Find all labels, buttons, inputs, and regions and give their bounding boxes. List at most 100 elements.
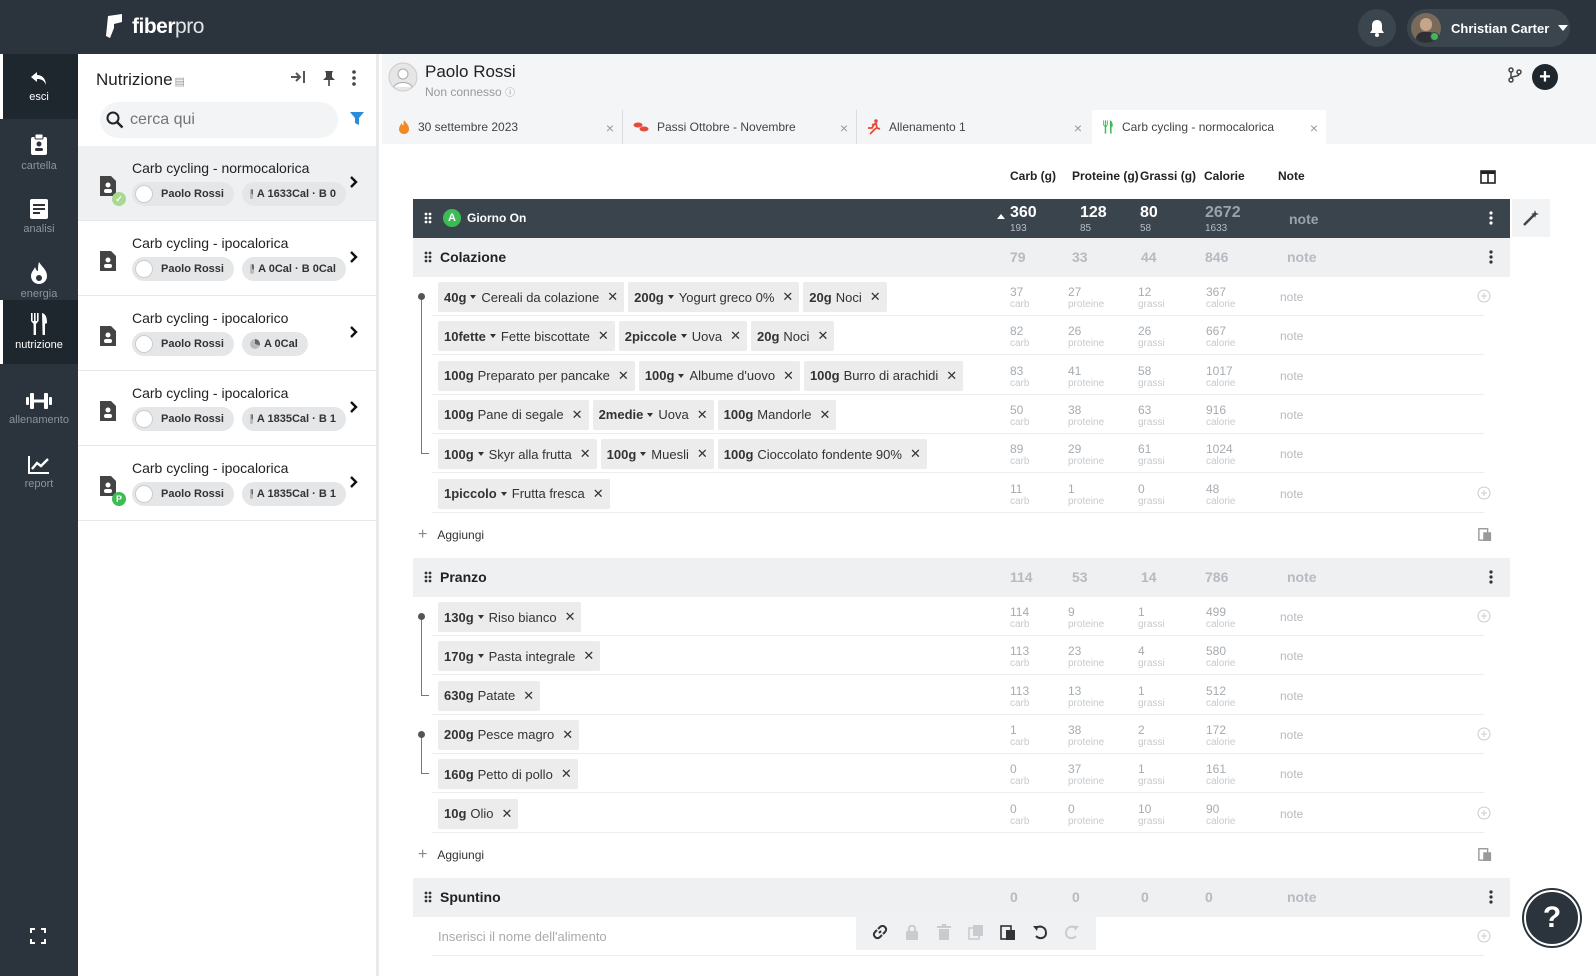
meal-header[interactable]: Spuntino 0 0 0 0 note — [413, 878, 1510, 917]
row-note[interactable]: note — [1280, 610, 1303, 624]
food-quantity[interactable]: 10fette — [444, 329, 486, 344]
food-quantity[interactable]: 200g — [634, 290, 664, 305]
list-item[interactable]: Carb cycling - ipocalorica Paolo Rossi A… — [78, 221, 376, 296]
food-quantity[interactable]: 630g — [444, 688, 474, 703]
food-chip[interactable]: 630g Patate ✕ — [438, 680, 541, 711]
food-quantity[interactable]: 100g — [645, 368, 675, 383]
food-chip[interactable]: 10g Olio ✕ — [438, 798, 519, 829]
food-quantity[interactable]: 20g — [757, 329, 779, 344]
remove-food-icon[interactable]: ✕ — [910, 446, 921, 462]
circle-plus-icon[interactable] — [1477, 806, 1491, 820]
undo-button[interactable] — [1030, 922, 1050, 942]
tab-steps[interactable]: Passi Ottobre - Novembre × — [622, 110, 856, 144]
row-note[interactable]: note — [1280, 807, 1303, 821]
remove-food-icon[interactable]: ✕ — [583, 648, 594, 664]
pin-icon[interactable] — [322, 70, 336, 86]
list-item[interactable]: P Carb cycling - ipocalorica Paolo Rossi… — [78, 446, 376, 521]
more-vertical-icon[interactable] — [1489, 211, 1493, 225]
row-note[interactable]: note — [1280, 290, 1303, 304]
chevron-down-icon[interactable] — [680, 334, 687, 339]
circle-plus-icon[interactable] — [1477, 929, 1491, 943]
remove-food-icon[interactable]: ✕ — [523, 688, 534, 704]
paste-button[interactable] — [998, 922, 1018, 942]
food-quantity[interactable]: 200g — [444, 727, 474, 742]
drag-handle-icon[interactable] — [424, 212, 432, 224]
close-icon[interactable]: × — [840, 120, 848, 136]
food-quantity[interactable]: 100g — [444, 447, 474, 462]
more-vertical-icon[interactable] — [1489, 570, 1493, 584]
food-chip[interactable]: 1piccolo Frutta fresca ✕ — [438, 478, 610, 509]
help-button[interactable]: ? — [1524, 890, 1580, 946]
remove-food-icon[interactable]: ✕ — [783, 368, 794, 384]
food-chip[interactable]: 100g Mandorle ✕ — [717, 399, 837, 430]
circle-plus-icon[interactable] — [1477, 486, 1491, 500]
remove-food-icon[interactable]: ✕ — [870, 289, 881, 305]
food-chip[interactable]: 160g Petto di pollo ✕ — [438, 759, 578, 790]
chevron-down-icon[interactable] — [477, 452, 484, 457]
meal-header[interactable]: Colazione 79 33 44 846 note — [413, 238, 1510, 277]
add-food-button[interactable]: + Aggiungi — [418, 525, 484, 545]
remove-food-icon[interactable]: ✕ — [946, 368, 957, 384]
drag-handle-icon[interactable] — [424, 891, 432, 903]
food-chip[interactable]: 100g Muesli ✕ — [600, 439, 714, 470]
user-menu[interactable]: Christian Carter — [1407, 9, 1570, 47]
row-note[interactable]: note — [1280, 649, 1303, 663]
food-quantity[interactable]: 100g — [444, 368, 474, 383]
remove-food-icon[interactable]: ✕ — [730, 328, 741, 344]
collapse-up-icon[interactable] — [997, 214, 1005, 219]
nav-esci[interactable]: esci — [0, 54, 78, 119]
close-icon[interactable]: × — [1074, 120, 1082, 136]
more-vertical-icon[interactable] — [1489, 890, 1493, 904]
food-quantity[interactable]: 100g — [444, 407, 474, 422]
list-item[interactable]: ✓ Carb cycling - normocalorica Paolo Ros… — [78, 146, 376, 221]
row-note[interactable]: note — [1280, 767, 1303, 781]
chevron-down-icon[interactable] — [489, 334, 496, 339]
nav-allenamento[interactable]: allenamento — [0, 376, 78, 441]
circle-plus-icon[interactable] — [1477, 609, 1491, 623]
fullscreen-button[interactable] — [30, 928, 46, 944]
link-button[interactable] — [870, 922, 890, 942]
more-vertical-icon[interactable] — [1489, 250, 1493, 264]
chevron-down-icon[interactable] — [640, 452, 647, 457]
notifications-button[interactable] — [1358, 9, 1396, 47]
food-chip[interactable]: 100g Preparato per pancake ✕ — [438, 360, 635, 391]
food-chip[interactable]: 20g Noci ✕ — [751, 321, 835, 352]
tab-training[interactable]: Allenamento 1 × — [856, 110, 1090, 144]
copy-button[interactable] — [966, 922, 986, 942]
food-quantity[interactable]: 1piccolo — [444, 486, 497, 501]
remove-food-icon[interactable]: ✕ — [580, 446, 591, 462]
chevron-down-icon[interactable] — [470, 295, 477, 299]
food-chip[interactable]: 10fette Fette biscottate ✕ — [438, 321, 615, 352]
filter-button[interactable] — [350, 112, 364, 126]
food-quantity[interactable]: 100g — [724, 447, 754, 462]
columns-layout-icon[interactable] — [1480, 170, 1496, 184]
food-quantity[interactable]: 100g — [724, 407, 754, 422]
delete-button[interactable] — [934, 922, 954, 942]
food-quantity[interactable]: 100g — [607, 447, 637, 462]
food-quantity[interactable]: 40g — [444, 290, 466, 305]
food-chip[interactable]: 2medie Uova ✕ — [592, 399, 714, 430]
add-button[interactable]: + — [1532, 64, 1558, 90]
food-chip[interactable]: 170g Pasta integrale ✕ — [438, 641, 601, 672]
remove-food-icon[interactable]: ✕ — [572, 407, 583, 423]
circle-plus-icon[interactable] — [1477, 289, 1491, 303]
row-note[interactable]: note — [1280, 689, 1303, 703]
row-note[interactable]: note — [1280, 329, 1303, 343]
nav-report[interactable]: report — [0, 440, 78, 505]
drag-handle-icon[interactable] — [424, 571, 432, 583]
food-chip[interactable]: 100g Cioccolato fondente 90% ✕ — [717, 439, 927, 470]
nav-cartella[interactable]: cartella — [0, 120, 78, 185]
food-quantity[interactable]: 2piccole — [625, 329, 677, 344]
collapse-panel-icon[interactable] — [290, 70, 306, 84]
meal-note[interactable]: note — [1287, 889, 1317, 905]
tab-nutrition[interactable]: Carb cycling - normocalorica × — [1092, 110, 1326, 144]
day-row[interactable]: A Giorno On 360 193 128 85 80 58 2672 16… — [413, 199, 1510, 238]
food-quantity[interactable]: 2medie — [599, 407, 644, 422]
add-food-button[interactable]: + Aggiungi — [418, 845, 484, 865]
row-note[interactable]: note — [1280, 408, 1303, 422]
food-chip[interactable]: 40g Cereali da colazione ✕ — [438, 282, 625, 312]
circle-plus-icon[interactable] — [1477, 727, 1491, 741]
chevron-down-icon[interactable] — [678, 373, 685, 378]
chevron-down-icon[interactable] — [477, 654, 484, 659]
paste-meal-button[interactable] — [1478, 527, 1492, 541]
